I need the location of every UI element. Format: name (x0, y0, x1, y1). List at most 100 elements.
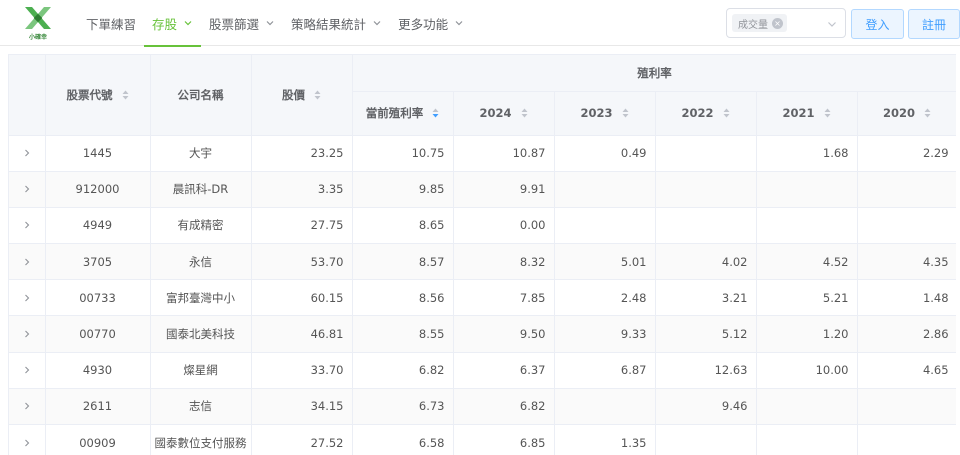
cell-yield-2022 (655, 207, 757, 245)
cell-name: 國泰北美科技 (150, 315, 252, 353)
row-expand-cell[interactable] (9, 243, 46, 281)
chevron-down-icon (455, 21, 463, 26)
cell-yield-2020: 4.35 (857, 243, 956, 281)
cell-name: 國泰數位支付服務 (150, 424, 252, 455)
cell-name: 永信 (150, 243, 252, 281)
sort-icon[interactable] (314, 90, 321, 100)
row-expand-cell[interactable] (9, 279, 46, 317)
cell-name: 大宇 (150, 135, 252, 172)
login-button[interactable]: 登入 (851, 9, 904, 39)
chevron-down-icon (828, 22, 836, 27)
cell-yield-2022 (655, 135, 757, 172)
cell-yield-2023: 6.87 (554, 352, 656, 389)
table-row: 00909 國泰數位支付服務 27.52 6.58 6.85 1.35 (9, 424, 956, 455)
nav-item-stock-screener[interactable]: 股票篩選 (201, 0, 283, 46)
column-header-label: 股價 (281, 87, 305, 102)
table-row: 2611 志信 34.15 6.73 6.82 9.46 (9, 388, 956, 426)
cell-code: 00733 (45, 279, 151, 317)
cell-yield-2021: 5.21 (756, 279, 858, 317)
cell-current-yield: 8.65 (352, 207, 454, 245)
sort-desc-active-icon[interactable] (432, 108, 439, 118)
column-header-2022[interactable]: 2022 (655, 91, 757, 136)
column-header-2021[interactable]: 2021 (756, 91, 858, 136)
column-header-2024[interactable]: 2024 (453, 91, 555, 136)
cell-yield-2023: 1.35 (554, 424, 656, 455)
cell-price: 60.15 (251, 279, 353, 317)
column-header-2023[interactable]: 2023 (554, 91, 656, 136)
row-expand-cell[interactable] (9, 207, 46, 245)
cell-name: 富邦臺灣中小 (150, 279, 252, 317)
column-header-price[interactable]: 股價 (251, 55, 353, 136)
cell-code: 1445 (45, 135, 151, 172)
chevron-right-icon (24, 258, 30, 266)
expand-column-header (9, 55, 46, 136)
cell-yield-2020: 1.48 (857, 279, 956, 317)
tag-close-icon[interactable]: × (772, 17, 783, 29)
sort-icon[interactable] (622, 108, 629, 118)
row-expand-cell[interactable] (9, 171, 46, 208)
nav-item-stock-saving[interactable]: 存股 (144, 0, 202, 47)
table-row: 912000 晨訊科-DR 3.35 9.85 9.91 (9, 171, 956, 208)
cell-name: 志信 (150, 388, 252, 426)
table-row: 3705 永信 53.70 8.57 8.32 5.01 4.02 4.52 4… (9, 243, 956, 281)
cell-price: 46.81 (251, 315, 353, 353)
nav-item-label: 存股 (152, 16, 178, 32)
column-header-label: 2024 (479, 106, 512, 120)
sort-field-select[interactable]: 成交量 × (726, 8, 846, 38)
cell-yield-2023: 5.01 (554, 243, 656, 281)
cell-code: 3705 (45, 243, 151, 281)
cell-yield-2020: 4.65 (857, 352, 956, 389)
cell-yield-2024: 10.87 (453, 135, 555, 172)
cell-current-yield: 8.55 (352, 315, 454, 353)
cell-yield-2022: 12.63 (655, 352, 757, 389)
row-expand-cell[interactable] (9, 135, 46, 172)
sort-icon[interactable] (824, 108, 831, 118)
chevron-right-icon (24, 403, 30, 410)
sort-icon[interactable] (122, 90, 129, 100)
chevron-right-icon (24, 366, 30, 374)
column-header-2020[interactable]: 2020 (857, 91, 956, 136)
cell-yield-2022: 5.12 (655, 315, 757, 353)
nav-item-more-features[interactable]: 更多功能 (390, 0, 472, 46)
cell-yield-2022 (655, 171, 757, 208)
row-expand-cell[interactable] (9, 424, 46, 455)
nav-item-label: 股票篩選 (209, 16, 260, 32)
cell-code: 912000 (45, 171, 151, 208)
nav-item-order-practice[interactable]: 下單練習 (78, 0, 144, 46)
nav-item-label: 下單練習 (86, 16, 137, 32)
cell-current-yield: 8.57 (352, 243, 454, 281)
main-nav: 下單練習 存股 股票篩選 策略結果統計 更多功能 (78, 0, 472, 47)
column-header-label: 2022 (681, 106, 714, 120)
sort-icon[interactable] (521, 108, 528, 118)
cell-price: 3.35 (251, 171, 353, 208)
cell-price: 27.75 (251, 207, 353, 245)
cell-yield-2021 (756, 207, 858, 245)
row-expand-cell[interactable] (9, 352, 46, 389)
cell-yield-2021: 4.52 (756, 243, 858, 281)
column-header-name: 公司名稱 (150, 55, 252, 136)
column-header-label: 當前殖利率 (365, 106, 424, 120)
column-header-code[interactable]: 股票代號 (45, 55, 151, 136)
cell-yield-2021 (756, 388, 858, 426)
site-logo[interactable]: 小確幸 (22, 6, 54, 41)
cell-name: 晨訊科-DR (150, 171, 252, 208)
cell-yield-2020 (857, 424, 956, 455)
sort-icon[interactable] (723, 108, 730, 118)
register-button[interactable]: 註冊 (908, 9, 960, 39)
cell-price: 34.15 (251, 388, 353, 426)
table-row: 4930 燦星網 33.70 6.82 6.37 6.87 12.63 10.0… (9, 352, 956, 389)
cell-current-yield: 6.58 (352, 424, 454, 455)
nav-item-strategy-stats[interactable]: 策略結果統計 (283, 0, 390, 46)
cell-yield-2023: 2.48 (554, 279, 656, 317)
column-header-current-yield[interactable]: 當前殖利率 (352, 91, 454, 136)
cell-current-yield: 8.56 (352, 279, 454, 317)
table-row: 00733 富邦臺灣中小 60.15 8.56 7.85 2.48 3.21 5… (9, 279, 956, 317)
cell-yield-2024: 0.00 (453, 207, 555, 245)
column-header-label: 2020 (883, 106, 916, 120)
row-expand-cell[interactable] (9, 315, 46, 353)
sort-icon[interactable] (924, 108, 931, 118)
cell-yield-2024: 6.82 (453, 388, 555, 426)
cell-yield-2023: 0.49 (554, 135, 656, 172)
cell-yield-2021 (756, 424, 858, 455)
row-expand-cell[interactable] (9, 388, 46, 426)
